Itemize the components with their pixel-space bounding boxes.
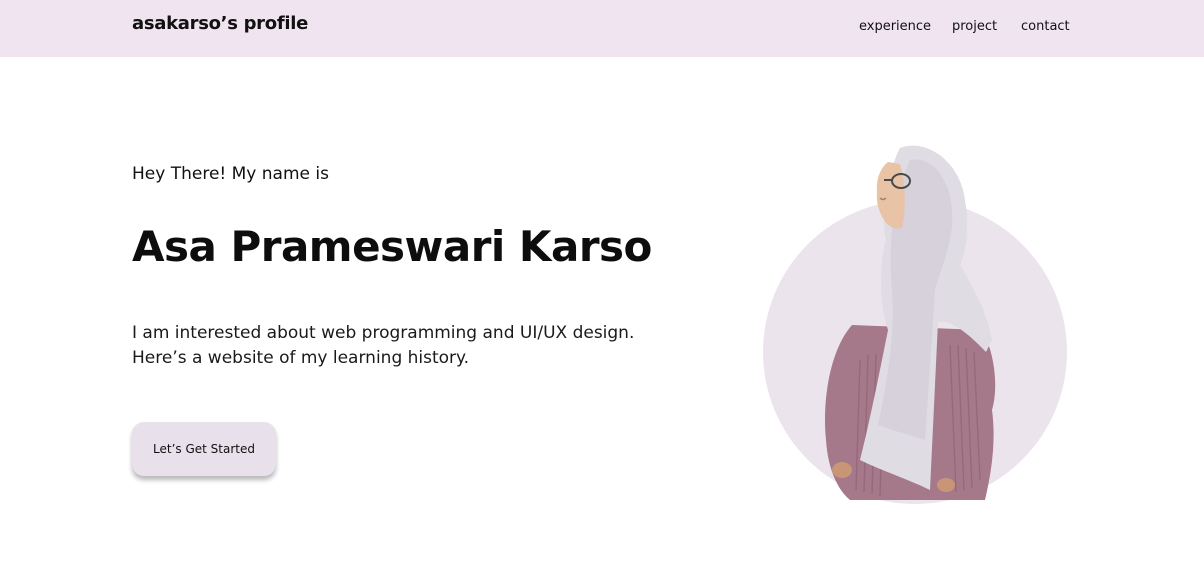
top-navbar: asakarso’s profile experience project co… — [0, 0, 1204, 57]
nav-link-experience[interactable]: experience — [859, 19, 931, 34]
hero-bio: I am interested about web programming an… — [132, 321, 672, 371]
profile-photo — [760, 140, 1070, 510]
profile-photo-illustration — [763, 145, 1067, 504]
hero-bio-line: Here’s a website of my learning history. — [132, 348, 470, 368]
nav-link-contact[interactable]: contact — [1021, 19, 1070, 34]
get-started-button[interactable]: Let’s Get Started — [132, 422, 276, 476]
hero-bio-line: I am interested about web programming an… — [132, 323, 635, 343]
nav-link-project[interactable]: project — [952, 19, 997, 34]
nav-links: experience project contact — [0, 19, 1204, 39]
hero-greeting: Hey There! My name is — [132, 164, 329, 184]
hero-name: Asa Prameswari Karso — [132, 222, 652, 271]
